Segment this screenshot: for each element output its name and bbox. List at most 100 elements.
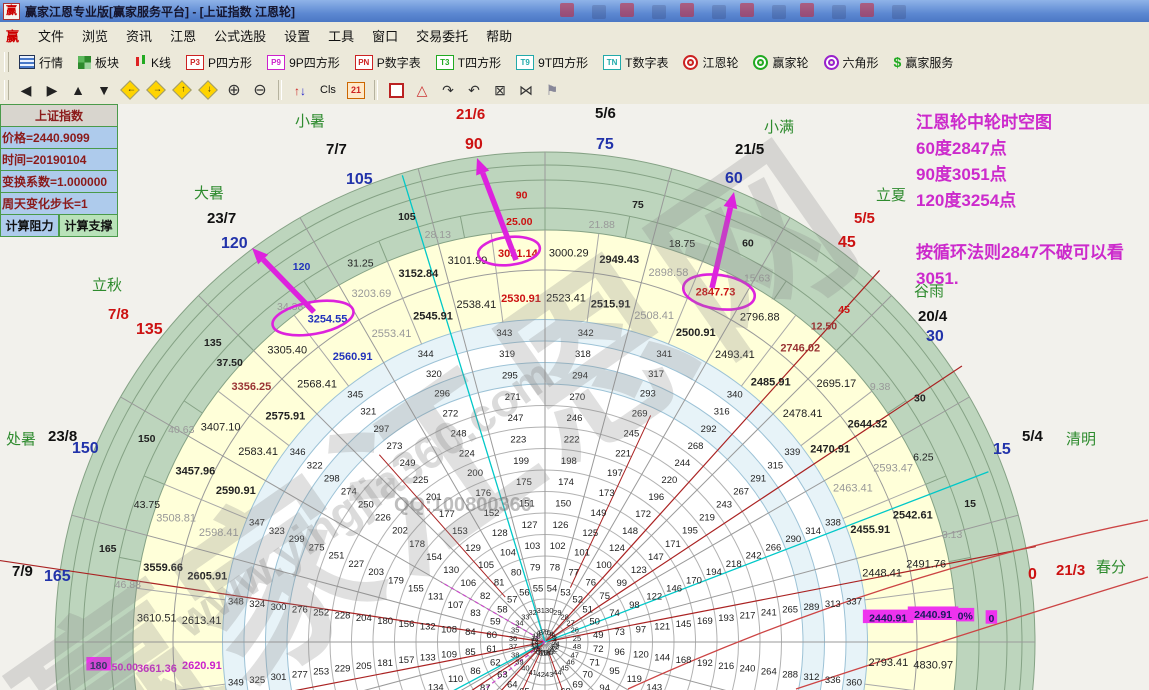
pan-right-button[interactable]: → <box>144 78 168 102</box>
up-button[interactable]: ▲ <box>66 78 90 102</box>
menu-item-browse[interactable]: 浏览 <box>73 23 117 48</box>
calendar-button[interactable]: 21 <box>344 78 368 102</box>
toolbar-button-gann-wheel[interactable]: 江恩轮 <box>677 51 744 74</box>
svg-text:249: 249 <box>400 458 416 469</box>
wheel-outer-label: 105 <box>346 171 373 189</box>
svg-text:3000.29: 3000.29 <box>549 248 589 260</box>
svg-text:50: 50 <box>589 616 600 627</box>
svg-text:202: 202 <box>392 526 408 537</box>
annotation-line: 60度2847点 <box>916 136 1124 162</box>
svg-text:105: 105 <box>398 211 416 223</box>
expand-button[interactable]: ⊠ <box>488 78 512 102</box>
svg-text:84: 84 <box>465 627 476 638</box>
svg-text:226: 226 <box>375 513 391 524</box>
svg-text:347: 347 <box>249 518 265 529</box>
toolbar-button-winner-wheel[interactable]: 赢家轮 <box>747 51 814 74</box>
svg-text:43: 43 <box>545 670 553 679</box>
calc-resistance-button[interactable]: 计算阻力 <box>0 215 59 237</box>
toolbar-button-quotes[interactable]: 行情 <box>13 51 69 74</box>
ring-icon <box>753 55 768 70</box>
toolbar-button-t-square[interactable]: T3T四方形 <box>430 51 507 74</box>
svg-text:2949.43: 2949.43 <box>599 254 639 266</box>
menu-item-window[interactable]: 窗口 <box>363 23 407 48</box>
svg-text:145: 145 <box>676 619 692 630</box>
cls-button[interactable]: Cls <box>314 78 342 102</box>
svg-text:78: 78 <box>550 562 561 573</box>
svg-text:2463.41: 2463.41 <box>833 483 873 495</box>
svg-text:2560.91: 2560.91 <box>333 351 373 363</box>
menu-item-file[interactable]: 文件 <box>29 23 73 48</box>
toolbar-button-t-table[interactable]: TNT数字表 <box>597 51 674 74</box>
calc-support-button[interactable]: 计算支撑 <box>59 215 118 237</box>
annotation-line: 90度3051点 <box>916 162 1124 188</box>
toolbar-button-9t-square[interactable]: T99T四方形 <box>510 51 594 74</box>
svg-text:43.75: 43.75 <box>134 499 160 511</box>
rect-tool-button[interactable] <box>384 78 408 102</box>
toolbar-button-p-table[interactable]: PNP数字表 <box>349 51 427 74</box>
menu-item-help[interactable]: 帮助 <box>477 23 521 48</box>
svg-text:320: 320 <box>426 369 442 380</box>
center-button[interactable]: ⋈ <box>514 78 538 102</box>
svg-text:204: 204 <box>356 613 372 624</box>
menu-item-tools[interactable]: 工具 <box>319 23 363 48</box>
svg-text:107: 107 <box>448 600 464 611</box>
ring-icon <box>824 55 839 70</box>
svg-text:293: 293 <box>640 389 656 400</box>
chart-area: 1234567891011121314151617181920212223242… <box>0 104 1149 690</box>
toolbar-button-p-square[interactable]: P3P四方形 <box>180 51 258 74</box>
menu-item-news[interactable]: 资讯 <box>117 23 161 48</box>
svg-text:177: 177 <box>439 509 455 520</box>
wheel-outer-label: 20/4 <box>918 308 947 325</box>
svg-text:264: 264 <box>761 666 777 677</box>
back-button[interactable]: ◀ <box>14 78 38 102</box>
svg-text:3407.10: 3407.10 <box>201 421 241 433</box>
svg-text:193: 193 <box>718 613 734 624</box>
forward-button[interactable]: ▶ <box>40 78 64 102</box>
svg-text:315: 315 <box>767 460 783 471</box>
down-button[interactable]: ▼ <box>92 78 116 102</box>
svg-text:2523.41: 2523.41 <box>546 293 586 305</box>
toolbar-label: P四方形 <box>208 54 252 71</box>
zoom-in-button[interactable]: ⊕ <box>222 78 246 102</box>
menu-item-settings[interactable]: 设置 <box>275 23 319 48</box>
toolbar-button-sectors[interactable]: 板块 <box>72 51 125 74</box>
svg-text:53: 53 <box>560 587 571 598</box>
svg-text:157: 157 <box>399 655 415 666</box>
svg-text:345: 345 <box>347 390 363 401</box>
menu-item-formula-stock-pick[interactable]: 公式选股 <box>205 23 275 48</box>
panel-row-0: 价格=2440.9099 <box>0 127 118 149</box>
svg-text:68: 68 <box>560 687 571 690</box>
svg-text:2644.32: 2644.32 <box>848 418 888 430</box>
annotation-line <box>916 214 1124 240</box>
rotate-cw-button[interactable]: ↷ <box>436 78 460 102</box>
menu-item-trade[interactable]: 交易委托 <box>407 23 477 48</box>
svg-text:340: 340 <box>727 390 743 401</box>
main-toolbar: 行情板块K线P3P四方形P99P四方形PNP数字表T3T四方形T99T四方形TN… <box>0 48 1149 77</box>
pan-left-button[interactable]: ← <box>118 78 142 102</box>
rotate-ccw-button[interactable]: ↶ <box>462 78 486 102</box>
toolbar-button-9p-square[interactable]: P99P四方形 <box>261 51 346 74</box>
svg-text:171: 171 <box>665 539 681 550</box>
svg-text:2575.91: 2575.91 <box>265 410 305 422</box>
menu-item-gann[interactable]: 江恩 <box>161 23 205 48</box>
pan-down-button[interactable]: ↓ <box>196 78 220 102</box>
pan-up-button[interactable]: ↑ <box>170 78 194 102</box>
toolbar-button-winner-service[interactable]: $赢家服务 <box>888 51 960 74</box>
pin-button[interactable]: ⚑ <box>540 78 564 102</box>
svg-text:87: 87 <box>480 683 491 690</box>
zoom-out-button[interactable]: ⊖ <box>248 78 272 102</box>
triangle-tool-button[interactable]: △ <box>410 78 434 102</box>
toolbar-button-kline[interactable]: K线 <box>128 51 177 74</box>
svg-text:156: 156 <box>399 619 415 630</box>
svg-text:222: 222 <box>564 434 580 445</box>
svg-text:2598.41: 2598.41 <box>199 527 239 539</box>
svg-text:244: 244 <box>674 458 690 469</box>
svg-text:97: 97 <box>636 624 647 635</box>
toolbar-button-hexagon[interactable]: 六角形 <box>818 51 885 74</box>
updown-button[interactable]: ↑↓ <box>288 78 312 102</box>
dollar-icon: $ <box>894 54 902 70</box>
svg-text:50.00: 50.00 <box>112 662 138 674</box>
svg-text:82: 82 <box>480 591 491 602</box>
svg-text:124: 124 <box>609 543 625 554</box>
svg-text:42: 42 <box>537 670 545 679</box>
